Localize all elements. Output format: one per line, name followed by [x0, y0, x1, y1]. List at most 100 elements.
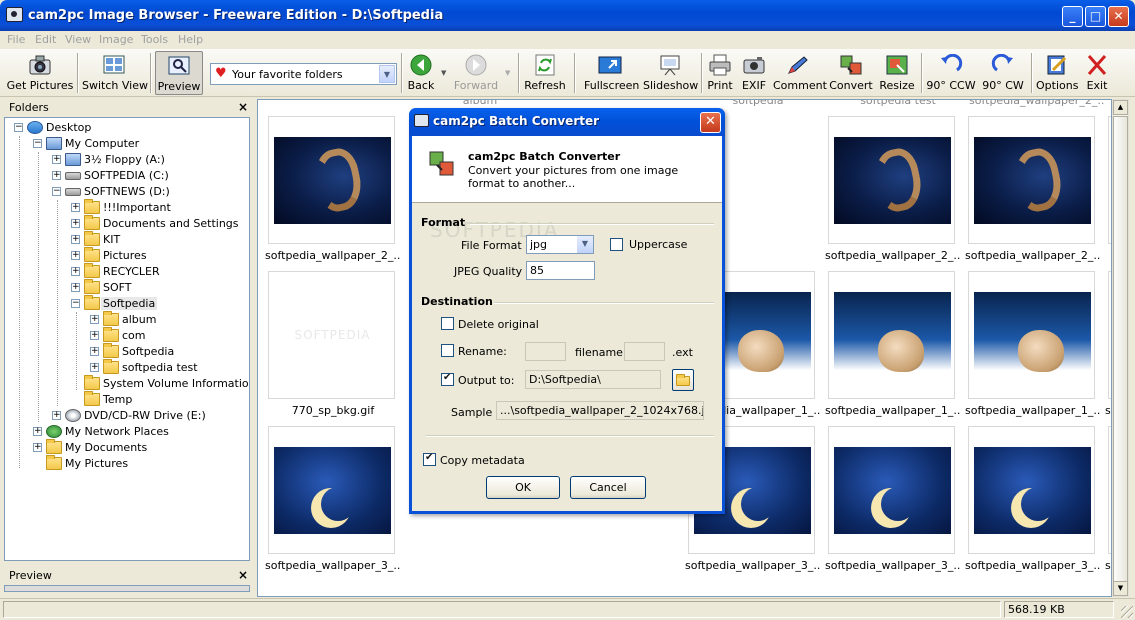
thumbnail-item[interactable]: softpedia_wallpaper_3_...	[825, 426, 967, 581]
convert-button[interactable]: Convert	[829, 51, 873, 95]
output-folder-input[interactable]: D:\Softpedia\	[525, 370, 661, 389]
expand-icon[interactable]: +	[71, 283, 80, 292]
preview-close-icon[interactable]: ×	[238, 568, 248, 582]
get-pictures-button[interactable]: Get Pictures	[6, 51, 74, 95]
expand-icon[interactable]: +	[71, 251, 80, 260]
expand-icon[interactable]: +	[52, 155, 61, 164]
rename-suffix-input[interactable]	[624, 342, 665, 361]
expand-icon[interactable]: +	[33, 427, 42, 436]
output-to-checkbox[interactable]	[441, 372, 454, 386]
scroll-thumb[interactable]	[1113, 116, 1128, 590]
toolbar-separator	[150, 53, 152, 93]
thumbnail-frame[interactable]	[828, 271, 955, 399]
dialog-close-button[interactable]: ✕	[700, 112, 721, 133]
file-format-select[interactable]: jpg ▼	[526, 235, 594, 254]
minimize-button[interactable]: _	[1062, 6, 1083, 27]
collapse-icon[interactable]: −	[52, 187, 61, 196]
options-button[interactable]: Options	[1036, 51, 1078, 95]
delete-original-checkbox[interactable]	[441, 317, 454, 330]
back-dropdown-arrow[interactable]: ▼	[441, 69, 446, 77]
vertical-scrollbar[interactable]: ▲ ▼	[1112, 99, 1129, 597]
thumbnail-item[interactable]: softpedia_wallpaper_2_...	[965, 116, 1107, 271]
menu-help[interactable]: Help	[178, 33, 203, 46]
thumbnail-item[interactable]: SOFTPEDIA 770_sp_bkg.gif	[265, 271, 407, 426]
pane-splitter[interactable]	[253, 99, 256, 597]
expand-icon[interactable]: +	[52, 411, 61, 420]
thumbnail-item[interactable]: softpedia_wallpaper_2_...	[265, 116, 407, 271]
thumbnail-item[interactable]: softpedia_wallpaper_3_...	[1105, 426, 1111, 581]
exif-button[interactable]: EXIF	[738, 51, 770, 95]
rename-checkbox[interactable]	[441, 344, 454, 357]
collapse-icon[interactable]: −	[14, 123, 23, 132]
menu-view[interactable]: View	[65, 33, 91, 46]
camera-app-icon[interactable]	[6, 7, 23, 22]
thumbnail-frame[interactable]	[828, 116, 955, 244]
thumbnail-frame[interactable]: SOFTPEDIA	[268, 271, 395, 399]
menu-tools[interactable]: Tools	[141, 33, 168, 46]
fullscreen-button[interactable]: Fullscreen	[584, 51, 639, 95]
uppercase-checkbox[interactable]	[610, 238, 623, 251]
comment-button[interactable]: Comment	[773, 51, 827, 95]
switch-view-button[interactable]: Switch View	[82, 51, 148, 95]
maximize-button[interactable]: □	[1085, 6, 1106, 27]
expand-icon[interactable]: +	[71, 235, 80, 244]
favorite-folders-dropdown[interactable]: ♥ Your favorite folders ▼	[210, 63, 397, 85]
scroll-up-arrow-icon[interactable]: ▲	[1113, 100, 1128, 115]
copy-metadata-checkbox[interactable]	[423, 452, 436, 466]
print-button[interactable]: Print	[706, 51, 734, 95]
thumbnail-item[interactable]: softpedia_wallpaper_3_...	[265, 426, 407, 581]
exit-button[interactable]: Exit	[1082, 51, 1112, 95]
chevron-down-icon[interactable]: ▼	[379, 65, 395, 83]
chevron-down-icon[interactable]: ▼	[577, 236, 593, 253]
title-bar[interactable]: cam2pc Image Browser - Freeware Edition …	[0, 0, 1135, 31]
folder-tree[interactable]: − Desktop − My Computer + 3½ Floppy (A:)…	[4, 117, 250, 561]
forward-label: Forward	[453, 79, 499, 92]
thumbnail-item[interactable]: SOFTPEDIAsoftpedia_logo.gif	[1105, 116, 1111, 271]
ok-button[interactable]: OK	[486, 476, 560, 499]
menu-image[interactable]: Image	[99, 33, 133, 46]
expand-icon[interactable]: +	[71, 267, 80, 276]
thumbnail-frame[interactable]	[268, 116, 395, 244]
thumbnail-frame[interactable]	[268, 426, 395, 554]
slideshow-button[interactable]: Slideshow	[643, 51, 698, 95]
expand-icon[interactable]: +	[90, 315, 99, 324]
menu-file[interactable]: File	[7, 33, 25, 46]
rename-prefix-input[interactable]	[525, 342, 566, 361]
resize-button[interactable]: Resize	[878, 51, 916, 95]
tree-node-label: KIT	[103, 233, 121, 246]
thumbnail-frame[interactable]	[968, 271, 1095, 399]
folders-close-icon[interactable]: ×	[238, 100, 248, 114]
thumbnail-frame[interactable]	[968, 426, 1095, 554]
rotate-ccw-button[interactable]: 90° CCW	[926, 51, 976, 95]
resize-grip-icon[interactable]	[1121, 606, 1133, 618]
menu-edit[interactable]: Edit	[35, 33, 56, 46]
cancel-button[interactable]: Cancel	[570, 476, 646, 499]
expand-icon[interactable]: +	[71, 219, 80, 228]
close-button[interactable]: ✕	[1108, 6, 1129, 27]
expand-icon[interactable]: +	[90, 347, 99, 356]
expand-icon[interactable]: +	[52, 171, 61, 180]
thumbnail-item[interactable]: softpedia_wallpaper_1_...	[1105, 271, 1111, 426]
expand-icon[interactable]: +	[90, 363, 99, 372]
thumbnail-item[interactable]: softpedia_wallpaper_3_...	[965, 426, 1107, 581]
thumbnail-item[interactable]: softpedia_wallpaper_1_...	[965, 271, 1107, 426]
expand-icon[interactable]: +	[33, 443, 42, 452]
forward-dropdown-arrow[interactable]: ▼	[505, 69, 510, 77]
scroll-down-arrow-icon[interactable]: ▼	[1113, 581, 1128, 596]
expand-icon[interactable]: +	[90, 331, 99, 340]
preview-button[interactable]: Preview	[155, 51, 203, 95]
rotate-cw-button[interactable]: 90° CW	[980, 51, 1026, 95]
thumbnail-frame[interactable]	[968, 116, 1095, 244]
thumbnail-item[interactable]: softpedia_wallpaper_1_...	[825, 271, 967, 426]
expand-icon[interactable]: +	[71, 203, 80, 212]
browse-folder-button[interactable]	[672, 369, 694, 391]
refresh-button[interactable]: Refresh	[523, 51, 567, 95]
jpeg-quality-input[interactable]: 85	[526, 261, 595, 280]
collapse-icon[interactable]: −	[33, 139, 42, 148]
back-button[interactable]: Back	[405, 51, 437, 95]
dialog-title-bar[interactable]: cam2pc Batch Converter ✕	[409, 108, 725, 136]
forward-button[interactable]: Forward	[453, 51, 499, 95]
thumbnail-item[interactable]: softpedia_wallpaper_2_...	[825, 116, 967, 271]
collapse-icon[interactable]: −	[71, 299, 80, 308]
thumbnail-frame[interactable]	[828, 426, 955, 554]
